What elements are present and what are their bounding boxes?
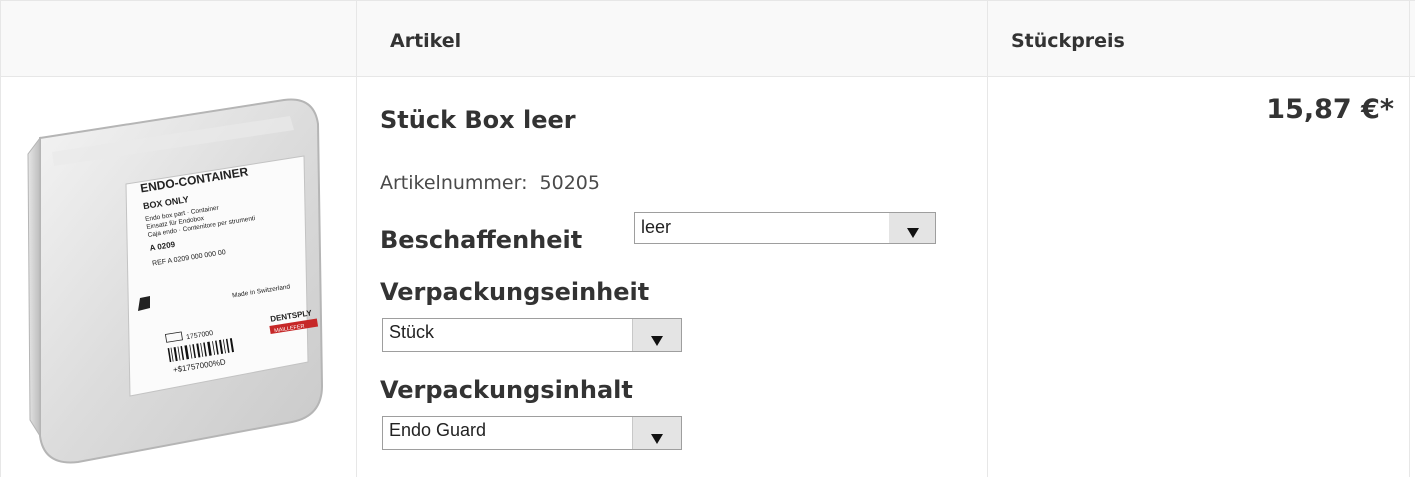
select-value: Endo Guard xyxy=(389,420,487,440)
column-divider xyxy=(987,0,988,477)
select-value: leer xyxy=(641,217,672,237)
unit-price: 15,87 €* xyxy=(1266,94,1394,125)
article-number-value: 50205 xyxy=(539,172,600,194)
column-header-stueckpreis: Stückpreis xyxy=(1011,30,1125,52)
divider xyxy=(1409,0,1410,477)
product-title[interactable]: Stück Box leer xyxy=(380,106,576,134)
dropdown-button[interactable] xyxy=(632,319,681,351)
option-label-verpackungseinheit: Verpackungseinheit xyxy=(380,278,650,306)
select-value: Stück xyxy=(389,322,435,342)
column-header-artikel: Artikel xyxy=(390,30,462,52)
article-number-label: Artikelnummer: xyxy=(380,172,528,194)
beschaffenheit-select[interactable]: leer xyxy=(634,212,936,244)
divider xyxy=(0,76,1415,77)
divider xyxy=(0,0,1415,1)
divider xyxy=(0,0,1,477)
dropdown-button[interactable] xyxy=(632,417,681,449)
article-number: Artikelnummer: 50205 xyxy=(380,172,600,194)
chevron-down-icon xyxy=(651,336,663,346)
chevron-down-icon xyxy=(907,228,919,238)
dropdown-button[interactable] xyxy=(889,213,935,243)
chevron-down-icon xyxy=(651,434,663,444)
table-header xyxy=(0,0,1415,77)
product-image[interactable]: ENDO-CONTAINER BOX ONLY Endo box part · … xyxy=(22,90,332,466)
verpackungseinheit-select[interactable]: Stück xyxy=(382,318,682,352)
option-label-verpackungsinhalt: Verpackungsinhalt xyxy=(380,376,633,404)
verpackungsinhalt-select[interactable]: Endo Guard xyxy=(382,416,682,450)
option-label-beschaffenheit: Beschaffenheit xyxy=(380,226,583,254)
column-divider xyxy=(356,0,357,477)
